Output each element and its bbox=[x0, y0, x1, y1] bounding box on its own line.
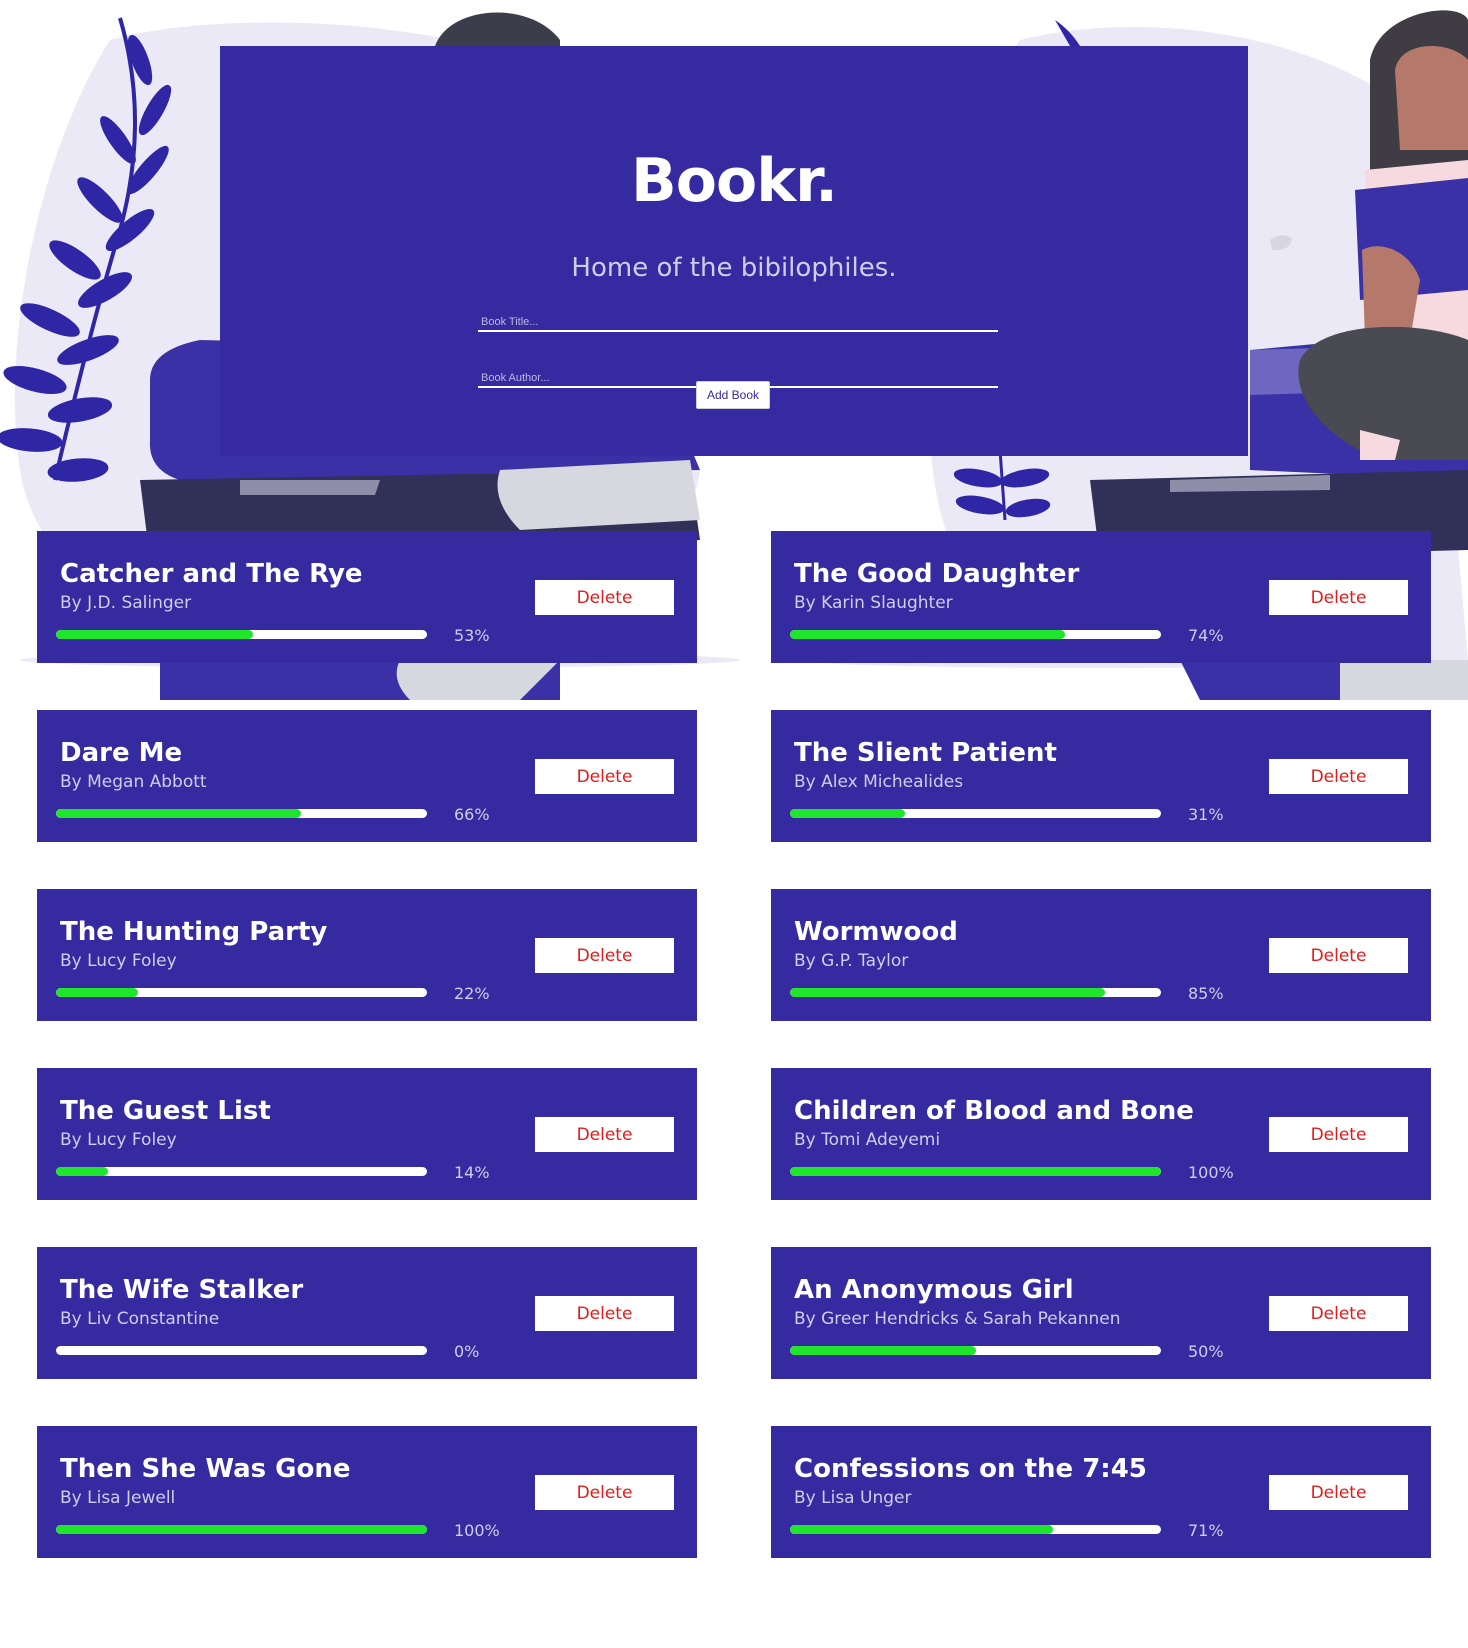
reading-progress-label: 22% bbox=[454, 984, 490, 1003]
book-title: The Guest List bbox=[60, 1096, 271, 1126]
reading-progress-label: 74% bbox=[1188, 626, 1224, 645]
delete-book-button[interactable]: Delete bbox=[535, 759, 674, 794]
delete-book-button[interactable]: Delete bbox=[535, 1475, 674, 1510]
reading-progress-fill bbox=[790, 1525, 1054, 1534]
reading-progress-fill bbox=[790, 809, 905, 818]
reading-progress-bar bbox=[56, 1167, 427, 1176]
delete-book-button[interactable]: Delete bbox=[1269, 938, 1408, 973]
book-card: The Guest List By Lucy Foley 14% Delete bbox=[37, 1068, 697, 1200]
book-author: By Alex Michealides bbox=[794, 772, 964, 792]
book-title: Children of Blood and Bone bbox=[794, 1096, 1194, 1126]
book-title-input[interactable] bbox=[478, 310, 998, 332]
reading-progress-bar bbox=[790, 1346, 1161, 1355]
book-card: Confessions on the 7:45 By Lisa Unger 71% D… bbox=[771, 1426, 1431, 1558]
reading-progress-fill bbox=[790, 630, 1065, 639]
app-logo-title: Bookr. bbox=[631, 146, 838, 216]
reading-progress-bar bbox=[56, 809, 427, 818]
delete-book-button[interactable]: Delete bbox=[1269, 1296, 1408, 1331]
delete-book-button[interactable]: Delete bbox=[1269, 1475, 1408, 1510]
reading-progress-bar bbox=[56, 988, 427, 997]
book-title: The Good Daughter bbox=[794, 559, 1080, 589]
delete-book-button[interactable]: Delete bbox=[1269, 759, 1408, 794]
book-card: Wormwood By G.P. Taylor 85% Delete bbox=[771, 889, 1431, 1021]
book-card: The Wife Stalker By Liv Constantine 0% Dele… bbox=[37, 1247, 697, 1379]
hero-panel: Bookr. Home of the bibilophiles. Add Boo… bbox=[220, 46, 1248, 456]
book-card: An Anonymous Girl By Greer Hendricks & Sa… bbox=[771, 1247, 1431, 1379]
reading-progress-bar bbox=[790, 809, 1161, 818]
reading-progress-label: 85% bbox=[1188, 984, 1224, 1003]
book-card: Then She Was Gone By Lisa Jewell 100% Delet… bbox=[37, 1426, 697, 1558]
book-author: By Liv Constantine bbox=[60, 1309, 220, 1329]
reading-progress-fill bbox=[790, 1346, 976, 1355]
reading-progress-label: 100% bbox=[454, 1521, 500, 1540]
reading-progress-bar bbox=[790, 630, 1161, 639]
reading-progress-label: 53% bbox=[454, 626, 490, 645]
book-title: The Hunting Party bbox=[60, 917, 328, 947]
reading-progress-fill bbox=[56, 988, 138, 997]
book-card: Children of Blood and Bone By Tomi Adeyem… bbox=[771, 1068, 1431, 1200]
reading-progress-fill bbox=[56, 630, 253, 639]
reading-progress-label: 0% bbox=[454, 1342, 480, 1361]
reading-progress-bar bbox=[790, 1167, 1161, 1176]
delete-book-button[interactable]: Delete bbox=[535, 938, 674, 973]
person-head-illustration bbox=[435, 12, 560, 50]
book-author: By Megan Abbott bbox=[60, 772, 207, 792]
reading-progress-label: 14% bbox=[454, 1163, 490, 1182]
reading-progress-bar bbox=[790, 988, 1161, 997]
book-author: By G.P. Taylor bbox=[794, 951, 909, 971]
book-card: Catcher and The Rye By J.D. Salinger 53% De… bbox=[37, 531, 697, 663]
book-author: By Karin Slaughter bbox=[794, 593, 953, 613]
reading-progress-label: 66% bbox=[454, 805, 490, 824]
app-tagline: Home of the bibilophiles. bbox=[571, 253, 897, 283]
book-card: The Hunting Party By Lucy Foley 22% Delete bbox=[37, 889, 697, 1021]
reading-progress-fill bbox=[56, 809, 301, 818]
book-author: By J.D. Salinger bbox=[60, 593, 192, 613]
reading-progress-bar bbox=[56, 630, 427, 639]
book-title: Wormwood bbox=[794, 917, 958, 947]
book-author: By Lisa Unger bbox=[794, 1488, 912, 1508]
book-title: Then She Was Gone bbox=[60, 1454, 351, 1484]
reading-progress-bar bbox=[56, 1525, 427, 1534]
reading-progress-label: 50% bbox=[1188, 1342, 1224, 1361]
book-title: The Slient Patient bbox=[794, 738, 1057, 768]
reading-progress-fill bbox=[790, 1167, 1161, 1176]
book-author: By Lucy Foley bbox=[60, 951, 177, 971]
book-title: The Wife Stalker bbox=[60, 1275, 304, 1305]
book-author: By Lisa Jewell bbox=[60, 1488, 176, 1508]
reading-progress-label: 100% bbox=[1188, 1163, 1234, 1182]
delete-book-button[interactable]: Delete bbox=[1269, 1117, 1408, 1152]
reading-progress-bar bbox=[56, 1346, 427, 1355]
book-title: An Anonymous Girl bbox=[794, 1275, 1074, 1305]
delete-book-button[interactable]: Delete bbox=[535, 1117, 674, 1152]
delete-book-button[interactable]: Delete bbox=[1269, 580, 1408, 615]
reading-progress-fill bbox=[790, 988, 1106, 997]
delete-book-button[interactable]: Delete bbox=[535, 580, 674, 615]
reading-progress-fill bbox=[56, 1167, 108, 1176]
book-author: By Greer Hendricks & Sarah Pekannen bbox=[794, 1309, 1121, 1329]
reading-progress-bar bbox=[790, 1525, 1161, 1534]
delete-book-button[interactable]: Delete bbox=[535, 1296, 674, 1331]
book-title: Confessions on the 7:45 bbox=[794, 1454, 1147, 1484]
book-author: By Tomi Adeyemi bbox=[794, 1130, 941, 1150]
reading-progress-fill bbox=[56, 1525, 427, 1534]
book-card: Dare Me By Megan Abbott 66% Delete bbox=[37, 710, 697, 842]
book-title: Catcher and The Rye bbox=[60, 559, 363, 589]
reading-progress-label: 71% bbox=[1188, 1521, 1224, 1540]
book-card: The Slient Patient By Alex Michealides 31%… bbox=[771, 710, 1431, 842]
book-title: Dare Me bbox=[60, 738, 183, 768]
book-card: The Good Daughter By Karin Slaughter 74% De… bbox=[771, 531, 1431, 663]
reading-progress-label: 31% bbox=[1188, 805, 1224, 824]
add-book-button[interactable]: Add Book bbox=[696, 381, 770, 409]
book-author: By Lucy Foley bbox=[60, 1130, 177, 1150]
